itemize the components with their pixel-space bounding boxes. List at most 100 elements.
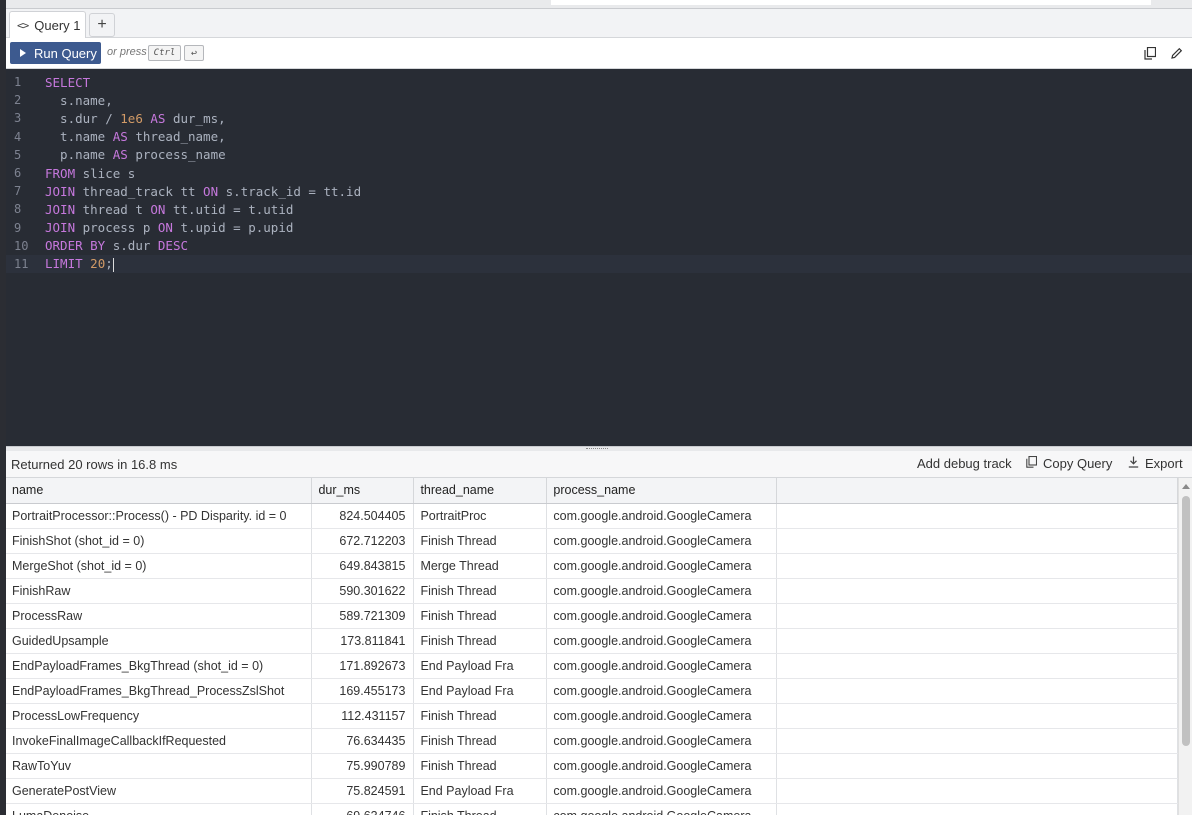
cell-dur-ms[interactable]: 171.892673 (311, 653, 415, 679)
cell-thread-name[interactable]: Finish Thread (413, 753, 548, 779)
cell-process-name[interactable]: com.google.android.GoogleCamera (546, 678, 778, 704)
cell-name[interactable]: ProcessLowFrequency (6, 703, 313, 729)
add-debug-track-button[interactable]: Add debug track (917, 456, 1012, 471)
tab-query-1[interactable]: <> Query 1 (9, 11, 86, 38)
cell-thread-name[interactable]: Finish Thread (413, 603, 548, 629)
cell-process-name[interactable]: com.google.android.GoogleCamera (546, 628, 778, 654)
cell-name[interactable]: EndPayloadFrames_BkgThread_ProcessZslSho… (6, 678, 313, 704)
cell-name[interactable]: InvokeFinalImageCallbackIfRequested (6, 728, 313, 754)
table-row[interactable]: LumaDenoise69.634746Finish Threadcom.goo… (6, 803, 1178, 815)
cell-thread-name[interactable]: Finish Thread (413, 528, 548, 554)
edit-icon[interactable] (1168, 45, 1184, 61)
code-line[interactable]: 11 LIMIT 20; (6, 255, 1192, 274)
cell-filler (776, 803, 1178, 815)
cell-thread-name[interactable]: Finish Thread (413, 803, 548, 815)
sql-editor[interactable]: 1 SELECT 2 s.name, 3 s.dur / 1e6 AS dur_ms,… (6, 69, 1192, 446)
drag-handle-icon[interactable] (586, 448, 608, 450)
cell-process-name[interactable]: com.google.android.GoogleCamera (546, 803, 778, 815)
cell-thread-name[interactable]: Finish Thread (413, 628, 548, 654)
cell-name[interactable]: RawToYuv (6, 753, 313, 779)
code-line[interactable]: 8 JOIN thread t ON tt.utid = t.utid (6, 200, 1192, 218)
run-query-button[interactable]: Run Query (10, 42, 101, 64)
cell-thread-name[interactable]: End Payload Fra (413, 778, 548, 804)
table-row[interactable]: InvokeFinalImageCallbackIfRequested 76.63… (6, 728, 1178, 754)
cell-name[interactable]: GeneratePostView (6, 778, 313, 804)
cell-dur-ms[interactable]: 824.504405 (311, 503, 415, 529)
omnibox-edge[interactable] (551, 0, 1151, 5)
table-row[interactable]: MergeShot (shot_id = 0) 649.843815 Merge T… (6, 553, 1178, 579)
cell-dur-ms[interactable]: 589.721309 (311, 603, 415, 629)
cell-name[interactable]: LumaDenoise (6, 803, 313, 815)
table-row[interactable]: FinishShot (shot_id = 0) 672.712203 Finish… (6, 528, 1178, 554)
cell-process-name[interactable]: com.google.android.GoogleCamera (546, 553, 778, 579)
cell-process-name[interactable]: com.google.android.GoogleCamera (546, 528, 778, 554)
code-line[interactable]: 10 ORDER BY s.dur DESC (6, 237, 1192, 255)
code-line[interactable]: 2 s.name, (6, 91, 1192, 109)
table-row[interactable]: ProcessRaw 589.721309 Finish Thread com.goo… (6, 603, 1178, 629)
table-row[interactable]: EndPayloadFrames_BkgThread (shot_id = 0)… (6, 653, 1178, 679)
cell-thread-name[interactable]: Finish Thread (413, 728, 548, 754)
code-line[interactable]: 7 JOIN thread_track tt ON s.track_id = tt… (6, 182, 1192, 200)
cell-name[interactable]: MergeShot (shot_id = 0) (6, 553, 313, 579)
play-icon (20, 49, 26, 57)
cell-name[interactable]: PortraitProcessor::Process() - PD Dispar… (6, 503, 313, 529)
code-line[interactable]: 4 t.name AS thread_name, (6, 128, 1192, 146)
table-row[interactable]: GeneratePostView 75.824591 End Payload Fra… (6, 778, 1178, 804)
cell-dur-ms[interactable]: 75.824591 (311, 778, 415, 804)
cell-thread-name[interactable]: Finish Thread (413, 703, 548, 729)
cell-process-name[interactable]: com.google.android.GoogleCamera (546, 703, 778, 729)
column-header-thread-name[interactable]: thread_name (413, 478, 548, 504)
code-line[interactable]: 3 s.dur / 1e6 AS dur_ms, (6, 109, 1192, 127)
export-button[interactable]: Export (1128, 456, 1183, 471)
copy-query-button[interactable]: Copy Query (1026, 455, 1112, 471)
table-row[interactable]: ProcessLowFrequency 112.431157 Finish Thre… (6, 703, 1178, 729)
table-row[interactable]: RawToYuv 75.990789 Finish Thread com.google… (6, 753, 1178, 779)
cell-dur-ms[interactable]: 169.455173 (311, 678, 415, 704)
column-header-dur-ms[interactable]: dur_ms (311, 478, 415, 504)
cell-name[interactable]: FinishShot (shot_id = 0) (6, 528, 313, 554)
cell-dur-ms[interactable]: 173.811841 (311, 628, 415, 654)
cell-dur-ms[interactable]: 649.843815 (311, 553, 415, 579)
scrollbar-thumb[interactable] (1182, 496, 1190, 746)
code-line[interactable]: 1 SELECT (6, 73, 1192, 91)
cell-thread-name[interactable]: Merge Thread (413, 553, 548, 579)
cell-process-name[interactable]: com.google.android.GoogleCamera (546, 603, 778, 629)
cell-process-name[interactable]: com.google.android.GoogleCamera (546, 653, 778, 679)
table-row[interactable]: FinishRaw 590.301622 Finish Thread com.goog… (6, 578, 1178, 604)
results-scrollbar[interactable] (1178, 478, 1192, 815)
table-row[interactable]: EndPayloadFrames_BkgThread_ProcessZslSho… (6, 678, 1178, 704)
sql-keyword: DESC (157, 238, 189, 254)
cell-dur-ms[interactable]: 590.301622 (311, 578, 415, 604)
cell-name[interactable]: ProcessRaw (6, 603, 313, 629)
cell-name[interactable]: FinishRaw (6, 578, 313, 604)
cell-name[interactable]: GuidedUpsample (6, 628, 313, 654)
scroll-up-arrow-icon[interactable] (1182, 484, 1190, 489)
code-line[interactable]: 6 FROM slice s (6, 164, 1192, 182)
column-header-name[interactable]: name (6, 478, 313, 504)
cell-thread-name[interactable]: PortraitProc (413, 503, 548, 529)
cell-dur-ms[interactable]: 75.990789 (311, 753, 415, 779)
cell-process-name[interactable]: com.google.android.GoogleCamera (546, 753, 778, 779)
code-icon: <> (17, 18, 29, 32)
cell-process-name[interactable]: com.google.android.GoogleCamera (546, 578, 778, 604)
cell-process-name[interactable]: com.google.android.GoogleCamera (546, 728, 778, 754)
cell-thread-name[interactable]: End Payload Fra (413, 678, 548, 704)
code-line[interactable]: 5 p.name AS process_name (6, 146, 1192, 164)
column-header-process-name[interactable]: process_name (546, 478, 778, 504)
cell-dur-ms[interactable]: 69.634746 (311, 803, 415, 815)
add-tab-button[interactable]: + (89, 13, 115, 37)
cell-thread-name[interactable]: Finish Thread (413, 578, 548, 604)
cell-process-name[interactable]: com.google.android.GoogleCamera (546, 778, 778, 804)
copy-icon[interactable] (1142, 45, 1158, 61)
table-header-row: name dur_ms thread_name process_name (6, 478, 1178, 504)
cell-process-name[interactable]: com.google.android.GoogleCamera (546, 503, 778, 529)
cell-thread-name[interactable]: End Payload Fra (413, 653, 548, 679)
table-row[interactable]: PortraitProcessor::Process() - PD Dispar… (6, 503, 1178, 529)
cell-dur-ms[interactable]: 112.431157 (311, 703, 415, 729)
cell-name[interactable]: EndPayloadFrames_BkgThread (shot_id = 0) (6, 653, 313, 679)
table-row[interactable]: GuidedUpsample 173.811841 Finish Thread com… (6, 628, 1178, 654)
cell-dur-ms[interactable]: 76.634435 (311, 728, 415, 754)
code-text: JOIN process p ON t.upid = p.upid (39, 220, 293, 235)
code-line[interactable]: 9 JOIN process p ON t.upid = p.upid (6, 219, 1192, 237)
cell-dur-ms[interactable]: 672.712203 (311, 528, 415, 554)
